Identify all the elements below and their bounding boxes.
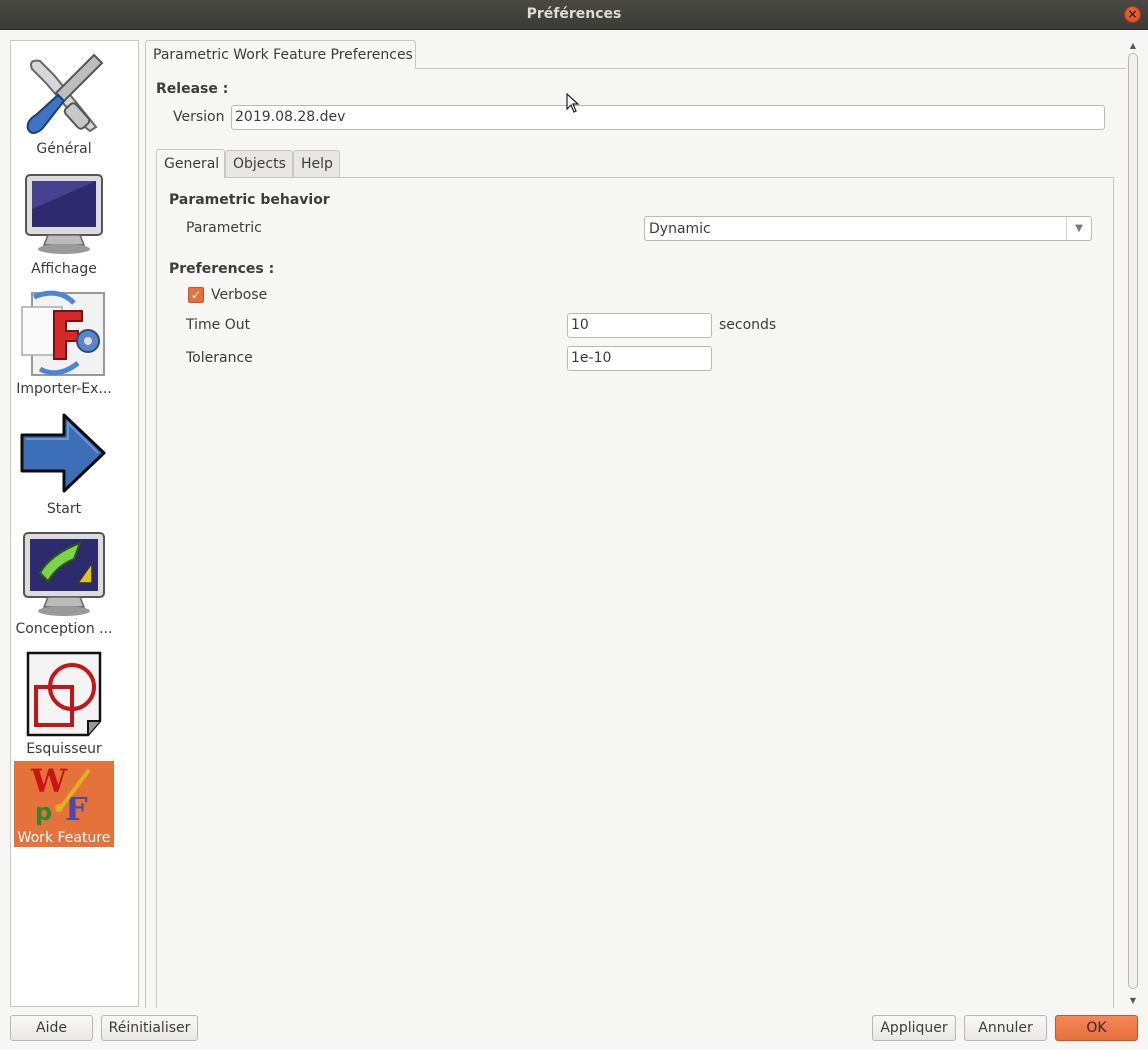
sidebar-item-label: Conception ... xyxy=(15,621,113,637)
sidebar-item-sketcher[interactable]: Esquisseur xyxy=(14,641,114,759)
parametric-select-value: Dynamic xyxy=(649,221,711,237)
sidebar-item-label: Importer-Ex... xyxy=(16,381,112,397)
apply-button[interactable]: Appliquer xyxy=(872,1015,956,1041)
vertical-scrollbar[interactable]: ▲ ▼ xyxy=(1127,40,1139,1007)
sidebar-item-general[interactable]: Général xyxy=(14,41,114,159)
mouse-cursor-icon xyxy=(566,93,580,113)
cancel-button[interactable]: Annuler xyxy=(964,1015,1047,1041)
preferences-sidebar: Général Affichage Importer-Ex... Start C… xyxy=(10,40,139,1007)
scrollbar-thumb[interactable] xyxy=(1128,53,1138,989)
version-label: Version xyxy=(173,109,225,125)
monitor-icon xyxy=(25,174,103,254)
window-title: Préférences xyxy=(526,6,622,22)
sidebar-item-display[interactable]: Affichage xyxy=(14,161,114,279)
release-group-title: Release : xyxy=(156,81,229,97)
chevron-down-icon[interactable]: ▼ xyxy=(1066,217,1091,240)
close-icon[interactable]: × xyxy=(1124,6,1141,23)
timeout-unit-label: seconds xyxy=(719,317,777,333)
parametric-label: Parametric xyxy=(186,220,262,236)
sketcher-icon xyxy=(26,651,102,737)
svg-text:p: p xyxy=(35,798,52,826)
sidebar-item-label: Esquisseur xyxy=(26,741,102,757)
parametric-behavior-title: Parametric behavior xyxy=(169,192,330,208)
tab-objects[interactable]: Objects xyxy=(225,150,293,178)
scroll-down-icon[interactable]: ▼ xyxy=(1127,995,1139,1007)
tab-parametric-work-feature-preferences[interactable]: Parametric Work Feature Preferences xyxy=(145,40,416,69)
version-field[interactable]: 2019.08.28.dev xyxy=(231,105,1105,130)
timeout-label: Time Out xyxy=(186,317,251,333)
sidebar-item-work-feature[interactable]: W F p Work Feature xyxy=(14,761,114,847)
work-feature-icon: W F p xyxy=(30,762,91,828)
verbose-checkbox[interactable]: ✓ xyxy=(188,287,204,303)
reset-button[interactable]: Réinitialiser xyxy=(101,1015,198,1041)
general-tab-panel xyxy=(156,177,1114,1008)
parametric-select[interactable]: Dynamic ▼ xyxy=(644,216,1092,241)
scroll-up-icon[interactable]: ▲ xyxy=(1127,40,1139,52)
verbose-label: Verbose xyxy=(211,287,268,303)
tab-general[interactable]: General xyxy=(156,149,225,178)
sidebar-item-import-export[interactable]: Importer-Ex... xyxy=(14,281,114,399)
sidebar-item-start[interactable]: Start xyxy=(14,401,114,519)
sidebar-item-label: Work Feature xyxy=(17,830,111,846)
title-bar: Préférences × xyxy=(0,0,1148,30)
sidebar-item-label: Général xyxy=(36,141,92,157)
tab-help[interactable]: Help xyxy=(293,150,340,178)
tolerance-label: Tolerance xyxy=(186,350,253,366)
arrow-right-icon xyxy=(20,413,106,493)
tools-icon xyxy=(26,53,104,134)
sidebar-item-part-design[interactable]: Conception ... xyxy=(14,521,114,639)
sidebar-item-label: Start xyxy=(46,501,82,517)
ok-button[interactable]: OK xyxy=(1055,1015,1138,1041)
part-design-icon xyxy=(23,532,105,616)
svg-text:W: W xyxy=(30,762,68,800)
help-button[interactable]: Aide xyxy=(10,1015,93,1041)
checkmark-icon: ✓ xyxy=(190,288,202,302)
preferences-group-title: Preferences : xyxy=(169,261,275,277)
import-export-icon xyxy=(21,290,105,376)
tolerance-field[interactable]: 1e-10 xyxy=(567,346,712,371)
timeout-field[interactable]: 10 xyxy=(567,313,712,338)
sidebar-item-label: Affichage xyxy=(31,261,97,277)
